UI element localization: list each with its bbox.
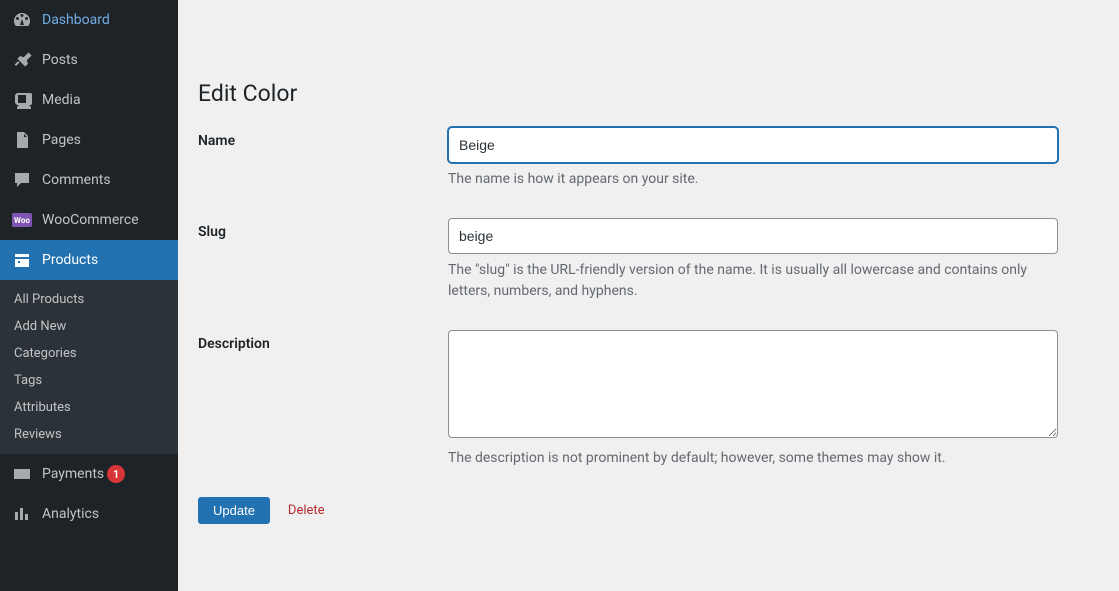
sidebar-item-label: Pages [42,132,81,148]
submenu-tags[interactable]: Tags [0,367,178,394]
sidebar-item-posts[interactable]: Posts [0,40,178,80]
admin-sidebar: Dashboard Posts Media Pages Comments Woo… [0,0,178,591]
sidebar-item-label: Products [42,252,98,268]
description-textarea[interactable] [448,330,1058,438]
action-buttons: Update Delete [198,497,1099,524]
description-label: Description [198,330,448,352]
page-title: Edit Color [198,80,1099,107]
dashboard-icon [12,10,32,30]
update-button[interactable]: Update [198,497,270,524]
page-icon [12,130,32,150]
submenu-all-products[interactable]: All Products [0,286,178,313]
form-row-name: Name The name is how it appears on your … [198,127,1099,190]
form-row-slug: Slug The "slug" is the URL-friendly vers… [198,218,1099,302]
comment-icon [12,170,32,190]
submenu-reviews[interactable]: Reviews [0,421,178,448]
sidebar-item-media[interactable]: Media [0,80,178,120]
analytics-icon [12,504,32,524]
sidebar-item-comments[interactable]: Comments [0,160,178,200]
description-help: The description is not prominent by defa… [448,448,1058,469]
slug-help: The "slug" is the URL-friendly version o… [448,260,1058,302]
sidebar-item-payments[interactable]: Payments 1 [0,454,178,494]
sidebar-item-label: Dashboard [42,12,110,28]
sidebar-item-label: Media [42,92,81,108]
payments-badge: 1 [107,465,125,483]
slug-label: Slug [198,218,448,240]
sidebar-item-label: WooCommerce [42,212,139,228]
sidebar-item-label: Analytics [42,506,99,522]
media-icon [12,90,32,110]
products-submenu: All Products Add New Categories Tags Att… [0,280,178,454]
name-input[interactable] [448,127,1058,163]
sidebar-item-woocommerce[interactable]: Woo WooCommerce [0,200,178,240]
slug-input[interactable] [448,218,1058,254]
submenu-add-new[interactable]: Add New [0,313,178,340]
submenu-categories[interactable]: Categories [0,340,178,367]
products-icon [12,250,32,270]
woocommerce-icon: Woo [12,210,32,230]
sidebar-item-products[interactable]: Products [0,240,178,280]
sidebar-item-label: Comments [42,172,111,188]
sidebar-item-label: Payments [42,466,104,482]
pin-icon [12,50,32,70]
sidebar-item-pages[interactable]: Pages [0,120,178,160]
submenu-attributes[interactable]: Attributes [0,394,178,421]
name-help: The name is how it appears on your site. [448,169,1058,190]
form-row-description: Description The description is not promi… [198,330,1099,469]
sidebar-item-analytics[interactable]: Analytics [0,494,178,534]
payments-icon [12,464,32,484]
delete-link[interactable]: Delete [288,503,325,518]
sidebar-item-dashboard[interactable]: Dashboard [0,0,178,40]
main-content: Edit Color Name The name is how it appea… [178,0,1119,591]
sidebar-item-label: Posts [42,52,78,68]
name-label: Name [198,127,448,149]
